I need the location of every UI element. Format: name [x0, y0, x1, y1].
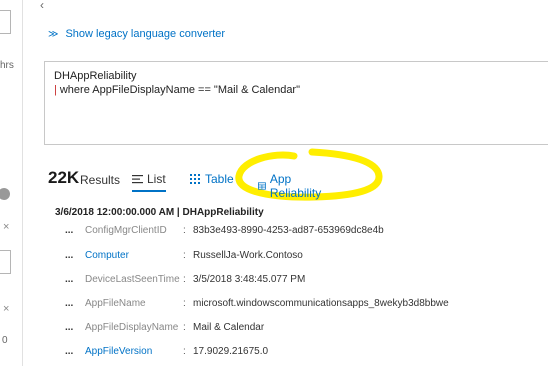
field-separator: : [183, 346, 186, 357]
record-field-row: ... AppFileName : microsoft.windowscommu… [65, 298, 449, 309]
side-panel-text-fragment: hrs [0, 60, 14, 71]
close-icon[interactable]: × [3, 221, 9, 233]
field-name: DeviceLastSeenTime [85, 274, 180, 285]
left-side-panel: hrs × × 0 [0, 0, 23, 366]
record-title: 3/6/2018 12:00:00.000 AM | DHAppReliabil… [55, 207, 264, 218]
field-name: AppFileDisplayName [85, 322, 179, 333]
expand-dots[interactable]: ... [65, 250, 85, 261]
field-name-link[interactable]: AppFileVersion [85, 346, 183, 357]
record-field-row: ... ConfigMgrClientID : 83b3e493-8990-42… [65, 225, 384, 236]
query-line-2: | where AppFileDisplayName == "Mail & Cal… [54, 84, 300, 96]
field-separator: : [183, 322, 186, 333]
field-value: 83b3e493-8990-4253-ad87-653969dc8e4b [193, 225, 384, 236]
field-value: Mail & Calendar [193, 322, 265, 333]
query-pipe: | [54, 84, 57, 96]
side-panel-text-fragment: 0 [2, 335, 8, 346]
field-separator: : [183, 274, 186, 285]
expand-dots[interactable]: ... [65, 225, 85, 236]
list-icon [132, 175, 143, 184]
record-field-row: ... Computer : RussellJa-Work.Contoso [65, 250, 303, 261]
field-value: microsoft.windowscommunicationsapps_8wek… [193, 298, 449, 309]
side-panel-button[interactable] [0, 250, 11, 274]
record-field-row: ... DeviceLastSeenTime : 3/5/2018 3:48:4… [65, 274, 305, 285]
legacy-converter-link[interactable]: ≫ Show legacy language converter [48, 28, 225, 40]
expand-dots[interactable]: ... [65, 322, 85, 333]
chevron-left-icon[interactable]: ‹ [40, 0, 44, 12]
grid-icon [258, 182, 266, 190]
field-name-link[interactable]: Computer [85, 250, 183, 261]
query-where-clause: where AppFileDisplayName == "Mail & Cale… [59, 84, 301, 96]
expand-dots[interactable]: ... [65, 274, 85, 285]
field-value: 3/5/2018 3:48:45.077 PM [193, 274, 306, 285]
tab-app-reliability[interactable]: App Reliability [258, 172, 324, 200]
results-count: 22K [48, 168, 80, 187]
double-chevron-down-icon: ≫ [48, 28, 59, 40]
legacy-converter-label: Show legacy language converter [65, 28, 226, 40]
results-label: Results [80, 173, 121, 187]
field-separator: : [183, 298, 186, 309]
expand-dots[interactable]: ... [65, 298, 85, 309]
expand-dots[interactable]: ... [65, 346, 85, 357]
table-icon [190, 174, 200, 184]
record-field-row: ... AppFileVersion : 17.9029.21675.0 [65, 346, 268, 357]
side-panel-toggle-dot[interactable] [0, 188, 10, 200]
tab-table-label: Table [205, 172, 234, 186]
active-tab-underline [132, 190, 166, 192]
query-line-1: DHAppReliability [54, 70, 137, 82]
side-panel-button[interactable] [0, 10, 11, 34]
tab-list[interactable]: List [132, 172, 166, 192]
field-value: 17.9029.21675.0 [193, 346, 269, 357]
tab-list-label: List [147, 172, 166, 186]
close-icon[interactable]: × [3, 303, 9, 315]
record-field-row: ... AppFileDisplayName : Mail & Calendar [65, 322, 264, 333]
field-separator: : [183, 225, 186, 236]
tab-table[interactable]: Table [190, 172, 234, 186]
field-separator: : [183, 250, 186, 261]
field-name: AppFileName [85, 298, 146, 309]
tab-app-reliability-label: App Reliability [269, 172, 322, 200]
field-name: ConfigMgrClientID [85, 225, 167, 236]
field-value: RussellJa-Work.Contoso [193, 250, 303, 261]
query-editor[interactable]: DHAppReliability | where AppFileDisplayNa… [44, 61, 548, 145]
